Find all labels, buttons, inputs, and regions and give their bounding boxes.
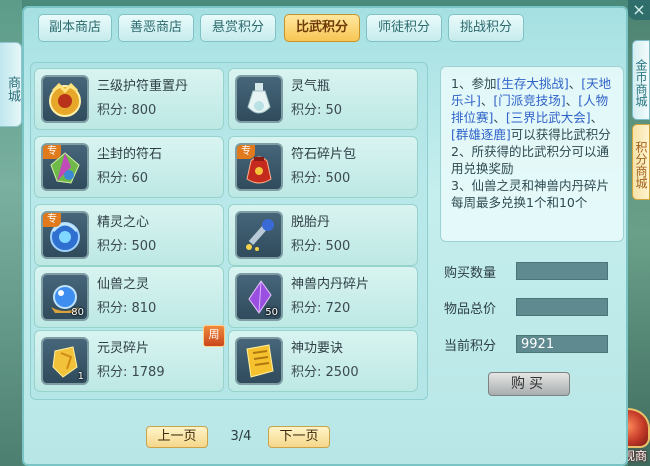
tab-dungeon-shop[interactable]: 副本商店 <box>38 14 112 42</box>
item-quantity: 80 <box>71 307 84 318</box>
shop-item[interactable]: 80 仙兽之灵 积分: 810 <box>34 266 224 328</box>
item-points: 积分: 1789 <box>97 365 165 380</box>
beast-spirit-orb-icon: 80 <box>41 273 89 321</box>
shop-item[interactable]: 三级护符重置丹 积分: 800 <box>34 68 224 130</box>
info-separator: 、 <box>480 93 494 108</box>
item-name: 脱胎丹 <box>291 215 331 230</box>
current-points-label: 当前积分 <box>444 339 497 354</box>
item-points: 积分: 50 <box>291 103 343 118</box>
tab-arena-points[interactable]: 比武积分 <box>284 14 360 42</box>
tab-challenge-points[interactable]: 挑战积分 <box>448 14 524 42</box>
info-line2: 2、所获得的比武积分可以通用兑换奖励 <box>451 144 609 176</box>
item-name: 精灵之心 <box>97 215 150 230</box>
side-tab-gold-mall[interactable]: 金币商城 <box>632 40 650 120</box>
rebirth-pill-icon <box>235 211 283 259</box>
info-event-qunxiong[interactable]: [群雄逐鹿] <box>451 127 511 142</box>
close-button[interactable]: × <box>628 0 650 20</box>
spirit-bottle-icon <box>235 75 283 123</box>
shop-item[interactable]: 专 精灵之心 积分: 500 <box>34 204 224 266</box>
item-name: 仙兽之灵 <box>97 277 150 292</box>
rune-fragment-bag-icon: 专 <box>235 143 283 191</box>
sealed-rune-stone-icon: 专 <box>41 143 89 191</box>
item-points: 积分: 500 <box>291 171 351 186</box>
info-separator: 、 <box>590 110 604 125</box>
shop-item[interactable]: 50 神兽内丹碎片 积分: 720 <box>228 266 418 328</box>
exclusive-badge: 专 <box>43 213 61 227</box>
total-price-label: 物品总价 <box>444 302 497 317</box>
current-points-value: 9921 <box>516 335 608 353</box>
elf-heart-icon: 专 <box>41 211 89 259</box>
info-separator: 、 <box>493 110 506 125</box>
quantity-input[interactable] <box>516 262 608 280</box>
item-name: 三级护符重置丹 <box>97 79 189 94</box>
weekly-limit-badge: 周 <box>203 325 225 347</box>
page-indicator: 3/4 <box>230 429 252 444</box>
item-name: 尘封的符石 <box>97 147 163 162</box>
info-line1-prefix: 1、参加 <box>451 76 497 91</box>
exclusive-badge: 专 <box>237 145 255 159</box>
item-points: 积分: 500 <box>291 239 351 254</box>
item-name: 符石碎片包 <box>291 147 357 162</box>
beast-core-shard-icon: 50 <box>235 273 283 321</box>
shop-item[interactable]: 1 元灵碎片 积分: 1789 周 <box>34 325 225 392</box>
side-tab-mall[interactable]: 商城 <box>0 42 22 127</box>
buy-button[interactable]: 购买 <box>488 372 570 396</box>
rules-info-box: 1、参加[生存大挑战]、[天地乐斗]、[门派竞技场]、[人物排位赛]、[三界比武… <box>440 66 624 242</box>
item-quantity: 1 <box>77 371 84 382</box>
skill-manual-icon <box>235 337 283 385</box>
shop-item[interactable]: 脱胎丹 积分: 500 <box>228 204 418 266</box>
info-line3: 3、仙兽之灵和神兽内丹碎片每周最多兑换1个和10个 <box>451 178 609 210</box>
tab-karma-shop[interactable]: 善恶商店 <box>118 14 194 42</box>
info-separator: 、 <box>565 93 579 108</box>
info-event-sect-arena[interactable]: [门派竞技场] <box>493 93 565 108</box>
tab-bounty-points[interactable]: 悬赏积分 <box>200 14 276 42</box>
total-price-value <box>516 298 608 316</box>
item-points: 积分: 720 <box>291 301 351 316</box>
shop-item[interactable]: 灵气瓶 积分: 50 <box>228 68 418 130</box>
item-points: 积分: 2500 <box>291 365 359 380</box>
shop-item[interactable]: 专 符石碎片包 积分: 500 <box>228 136 418 198</box>
info-separator: 、 <box>568 76 582 91</box>
next-page-button[interactable]: 下一页 <box>268 426 330 448</box>
info-event-sanjie[interactable]: [三界比武大会] <box>506 110 591 125</box>
item-quantity: 50 <box>265 307 278 318</box>
exclusive-badge: 专 <box>43 145 61 159</box>
shop-item[interactable]: 专 尘封的符石 积分: 60 <box>34 136 224 198</box>
item-name: 神功要诀 <box>291 341 344 356</box>
item-points: 积分: 800 <box>97 103 157 118</box>
side-tab-points-mall[interactable]: 积分商城 <box>632 124 650 200</box>
amulet-pill-icon <box>41 75 89 123</box>
item-points: 积分: 60 <box>97 171 149 186</box>
quantity-label: 购买数量 <box>444 266 497 281</box>
item-name: 灵气瓶 <box>291 79 331 94</box>
item-points: 积分: 500 <box>97 239 157 254</box>
item-name: 神兽内丹碎片 <box>291 277 370 292</box>
shop-item[interactable]: 神功要诀 积分: 2500 <box>228 330 418 392</box>
item-name: 元灵碎片 <box>97 341 150 356</box>
info-line1-suffix: 可以获得比武积分 <box>510 127 611 142</box>
tab-mentor-points[interactable]: 师徒积分 <box>366 14 442 42</box>
prev-page-button[interactable]: 上一页 <box>146 426 208 448</box>
yuanling-shard-icon: 1 <box>41 337 89 385</box>
info-event-survival[interactable]: [生存大挑战] <box>496 76 568 91</box>
item-points: 积分: 810 <box>97 301 157 316</box>
